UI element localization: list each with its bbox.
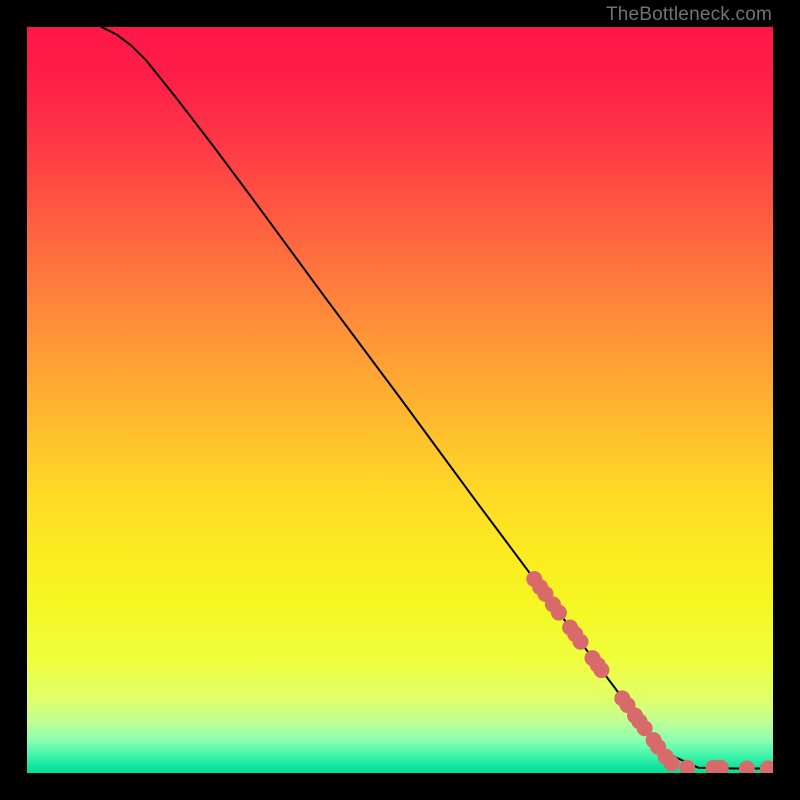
data-point	[551, 605, 567, 621]
chart-stage: TheBottleneck.com	[0, 0, 800, 800]
data-point	[593, 662, 609, 678]
bottleneck-chart	[27, 27, 773, 773]
data-point	[664, 755, 680, 771]
attribution-label: TheBottleneck.com	[606, 4, 772, 26]
data-point	[573, 634, 589, 650]
chart-background	[27, 27, 773, 773]
